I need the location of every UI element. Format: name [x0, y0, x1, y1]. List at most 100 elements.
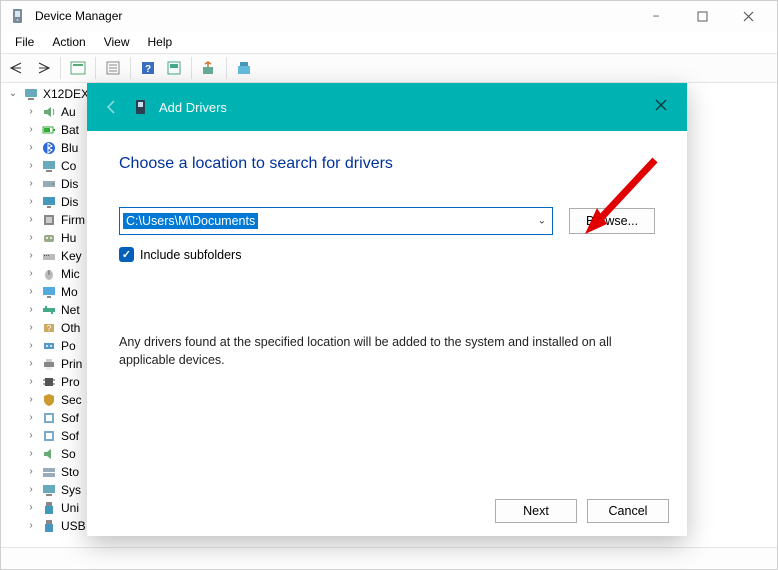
tree-node-label: Dis — [61, 175, 78, 193]
battery-icon — [41, 122, 57, 138]
chevron-right-icon[interactable]: › — [25, 463, 37, 481]
usb-icon — [41, 500, 57, 516]
toolbar: ? — [1, 53, 777, 83]
tree-node-label: Au — [61, 103, 76, 121]
port-icon — [41, 338, 57, 354]
chevron-right-icon[interactable]: › — [25, 103, 37, 121]
menu-action[interactable]: Action — [44, 33, 93, 51]
chevron-right-icon[interactable]: › — [25, 427, 37, 445]
chevron-right-icon[interactable]: › — [25, 175, 37, 193]
menu-view[interactable]: View — [96, 33, 138, 51]
computer-icon — [23, 86, 39, 102]
svg-text:?: ? — [47, 324, 52, 333]
device-icon — [133, 99, 149, 115]
tree-node-label: Blu — [61, 139, 78, 157]
software-icon — [41, 410, 57, 426]
chevron-right-icon[interactable]: › — [25, 409, 37, 427]
dialog-description: Any drivers found at the specified locat… — [119, 334, 639, 369]
mouse-icon — [41, 266, 57, 282]
minimize-button[interactable]: − — [633, 1, 679, 31]
browse-button[interactable]: Browse... — [569, 208, 655, 234]
add-driver-button[interactable] — [232, 56, 256, 80]
dialog-header: Add Drivers — [87, 83, 687, 131]
tree-node-label: So — [61, 445, 76, 463]
window-title: Device Manager — [35, 9, 122, 23]
firmware-icon — [41, 212, 57, 228]
chevron-right-icon[interactable]: › — [25, 445, 37, 463]
chevron-right-icon[interactable]: › — [25, 157, 37, 175]
tree-node-label: Pro — [61, 373, 80, 391]
display-icon — [41, 194, 57, 210]
chevron-right-icon[interactable]: › — [25, 121, 37, 139]
chevron-right-icon[interactable]: › — [25, 499, 37, 517]
chevron-right-icon[interactable]: › — [25, 211, 37, 229]
forward-button[interactable] — [31, 56, 55, 80]
add-drivers-dialog: Add Drivers Choose a location to search … — [87, 83, 687, 536]
app-icon — [11, 8, 27, 24]
chevron-down-icon[interactable]: ⌄ — [7, 85, 19, 103]
back-button[interactable] — [5, 56, 29, 80]
tree-node-label: Po — [61, 337, 76, 355]
tree-node-label: Uni — [61, 499, 79, 517]
tree-root-label: X12DEX — [43, 85, 89, 103]
scan-button[interactable] — [162, 56, 186, 80]
network-icon — [41, 302, 57, 318]
menu-file[interactable]: File — [7, 33, 42, 51]
disk-icon — [41, 176, 57, 192]
cancel-button[interactable]: Cancel — [587, 499, 669, 523]
chevron-right-icon[interactable]: › — [25, 229, 37, 247]
tree-node-label: Mic — [61, 265, 80, 283]
monitor-icon — [41, 284, 57, 300]
properties-button[interactable] — [101, 56, 125, 80]
storage-icon — [41, 464, 57, 480]
other-icon: ? — [41, 320, 57, 336]
chevron-right-icon[interactable]: › — [25, 193, 37, 211]
maximize-button[interactable] — [679, 1, 725, 31]
close-button[interactable] — [725, 1, 771, 31]
system-icon — [41, 482, 57, 498]
tree-node-label: Sto — [61, 463, 79, 481]
chevron-right-icon[interactable]: › — [25, 481, 37, 499]
chevron-right-icon[interactable]: › — [25, 139, 37, 157]
sound-icon — [41, 446, 57, 462]
back-icon[interactable] — [101, 96, 123, 118]
tree-node-label: USB — [61, 517, 86, 535]
tree-node-label: Sys — [61, 481, 81, 499]
dialog-title: Add Drivers — [159, 100, 227, 115]
chevron-right-icon[interactable]: › — [25, 337, 37, 355]
chevron-right-icon[interactable]: › — [25, 319, 37, 337]
update-driver-button[interactable] — [197, 56, 221, 80]
svg-text:?: ? — [145, 64, 151, 75]
menu-help[interactable]: Help — [140, 33, 181, 51]
chevron-right-icon[interactable]: › — [25, 301, 37, 319]
chevron-right-icon[interactable]: › — [25, 517, 37, 535]
path-value: C:\Users\M\Documents — [123, 213, 258, 229]
chevron-right-icon[interactable]: › — [25, 247, 37, 265]
chevron-right-icon[interactable]: › — [25, 355, 37, 373]
keyboard-icon — [41, 248, 57, 264]
bluetooth-icon — [41, 140, 57, 156]
chevron-right-icon[interactable]: › — [25, 283, 37, 301]
tree-node-label: Prin — [61, 355, 82, 373]
titlebar: Device Manager − — [1, 1, 777, 31]
status-bar — [1, 547, 777, 569]
dialog-close-button[interactable] — [645, 91, 677, 119]
hid-icon — [41, 230, 57, 246]
chevron-right-icon[interactable]: › — [25, 391, 37, 409]
chevron-right-icon[interactable]: › — [25, 373, 37, 391]
path-combobox[interactable]: C:\Users\M\Documents ⌄ — [119, 207, 553, 235]
tree-node-label: Net — [61, 301, 80, 319]
next-button[interactable]: Next — [495, 499, 577, 523]
dialog-heading: Choose a location to search for drivers — [119, 155, 655, 173]
help-button[interactable]: ? — [136, 56, 160, 80]
dialog-body: Choose a location to search for drivers … — [87, 131, 687, 486]
tree-node-label: Key — [61, 247, 82, 265]
chevron-down-icon[interactable]: ⌄ — [538, 216, 546, 227]
show-hidden-button[interactable] — [66, 56, 90, 80]
menubar: File Action View Help — [1, 31, 777, 53]
tree-node-label: Sof — [61, 409, 79, 427]
chevron-right-icon[interactable]: › — [25, 265, 37, 283]
include-subfolders-checkbox[interactable]: ✓ — [119, 247, 134, 262]
dialog-footer: Next Cancel — [87, 486, 687, 536]
tree-node-label: Hu — [61, 229, 76, 247]
